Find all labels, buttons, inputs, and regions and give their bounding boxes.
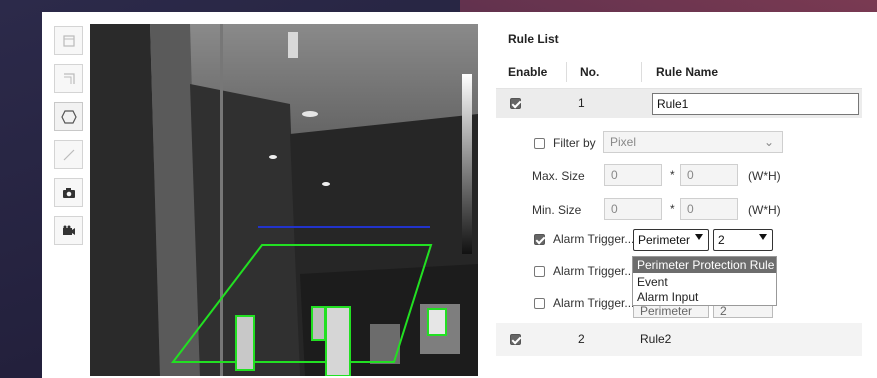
rule1-enable-checkbox[interactable] — [510, 98, 521, 109]
rule2-enable-checkbox[interactable] — [510, 334, 521, 345]
thermal-video-preview[interactable] — [90, 24, 478, 376]
filter-by-select[interactable]: Pixel ⌄ — [603, 131, 783, 153]
draw-rectangle-icon — [62, 34, 75, 47]
draw-corner-icon — [63, 72, 75, 85]
filter-by-checkbox[interactable] — [534, 138, 545, 149]
alarm-trigger-1-type-select[interactable]: Perimeter — [633, 229, 709, 251]
column-enable: Enable — [508, 65, 548, 79]
chevron-down-icon — [695, 234, 703, 240]
column-no: No. — [580, 65, 600, 79]
chevron-down-icon — [759, 234, 767, 240]
min-width-input[interactable]: 0 — [604, 198, 662, 220]
alarm-trigger-2-checkbox[interactable] — [534, 266, 545, 277]
draw-rectangle-button[interactable] — [54, 26, 83, 55]
draw-polygon-icon — [60, 109, 77, 124]
rule-list-header: Enable No. Rule Name — [496, 54, 862, 89]
alarm-trigger-1-label: Alarm Trigger... — [553, 232, 635, 246]
min-height-input[interactable]: 0 — [680, 198, 738, 220]
max-size-unit: (W*H) — [748, 169, 781, 183]
min-size-label: Min. Size — [532, 203, 582, 217]
video-overlay — [90, 24, 478, 376]
draw-line-button[interactable] — [54, 140, 83, 169]
draw-polygon-button[interactable] — [54, 102, 83, 131]
alarm-trigger-1-value-select[interactable]: 2 — [713, 229, 773, 251]
draw-line-icon — [63, 149, 75, 161]
max-height-input[interactable]: 0 — [680, 164, 738, 186]
filter-by-label: Filter by — [553, 136, 596, 150]
rule1-name-input[interactable]: Rule1 — [652, 93, 859, 115]
rule1-number: 1 — [578, 96, 585, 110]
chevron-down-icon: ⌄ — [763, 135, 774, 149]
alarm-trigger-3-checkbox[interactable] — [534, 298, 545, 309]
min-size-unit: (W*H) — [748, 203, 781, 217]
alarm-trigger-type-dropdown: Perimeter Protection Rule Event Alarm In… — [632, 256, 777, 306]
max-width-input[interactable]: 0 — [604, 164, 662, 186]
dropdown-option[interactable]: Perimeter Protection Rule — [633, 257, 776, 273]
rule2-name: Rule2 — [640, 332, 672, 346]
alarm-trigger-1-checkbox[interactable] — [534, 234, 545, 245]
rule2-number: 2 — [578, 332, 585, 346]
video-camera-icon — [62, 225, 76, 237]
max-size-label: Max. Size — [532, 169, 585, 183]
column-rule-name: Rule Name — [656, 65, 719, 79]
record-button[interactable] — [54, 216, 83, 245]
dropdown-option[interactable]: Event — [633, 274, 776, 290]
draw-corner-button[interactable] — [54, 64, 83, 93]
table-row[interactable] — [496, 323, 862, 356]
alarm-trigger-3-label: Alarm Trigger... — [553, 296, 635, 310]
camera-icon — [62, 187, 76, 199]
alarm-trigger-2-label: Alarm Trigger... — [553, 264, 635, 278]
rule-list-title: Rule List — [508, 32, 559, 46]
dropdown-option[interactable]: Alarm Input — [633, 289, 776, 305]
snapshot-button[interactable] — [54, 178, 83, 207]
